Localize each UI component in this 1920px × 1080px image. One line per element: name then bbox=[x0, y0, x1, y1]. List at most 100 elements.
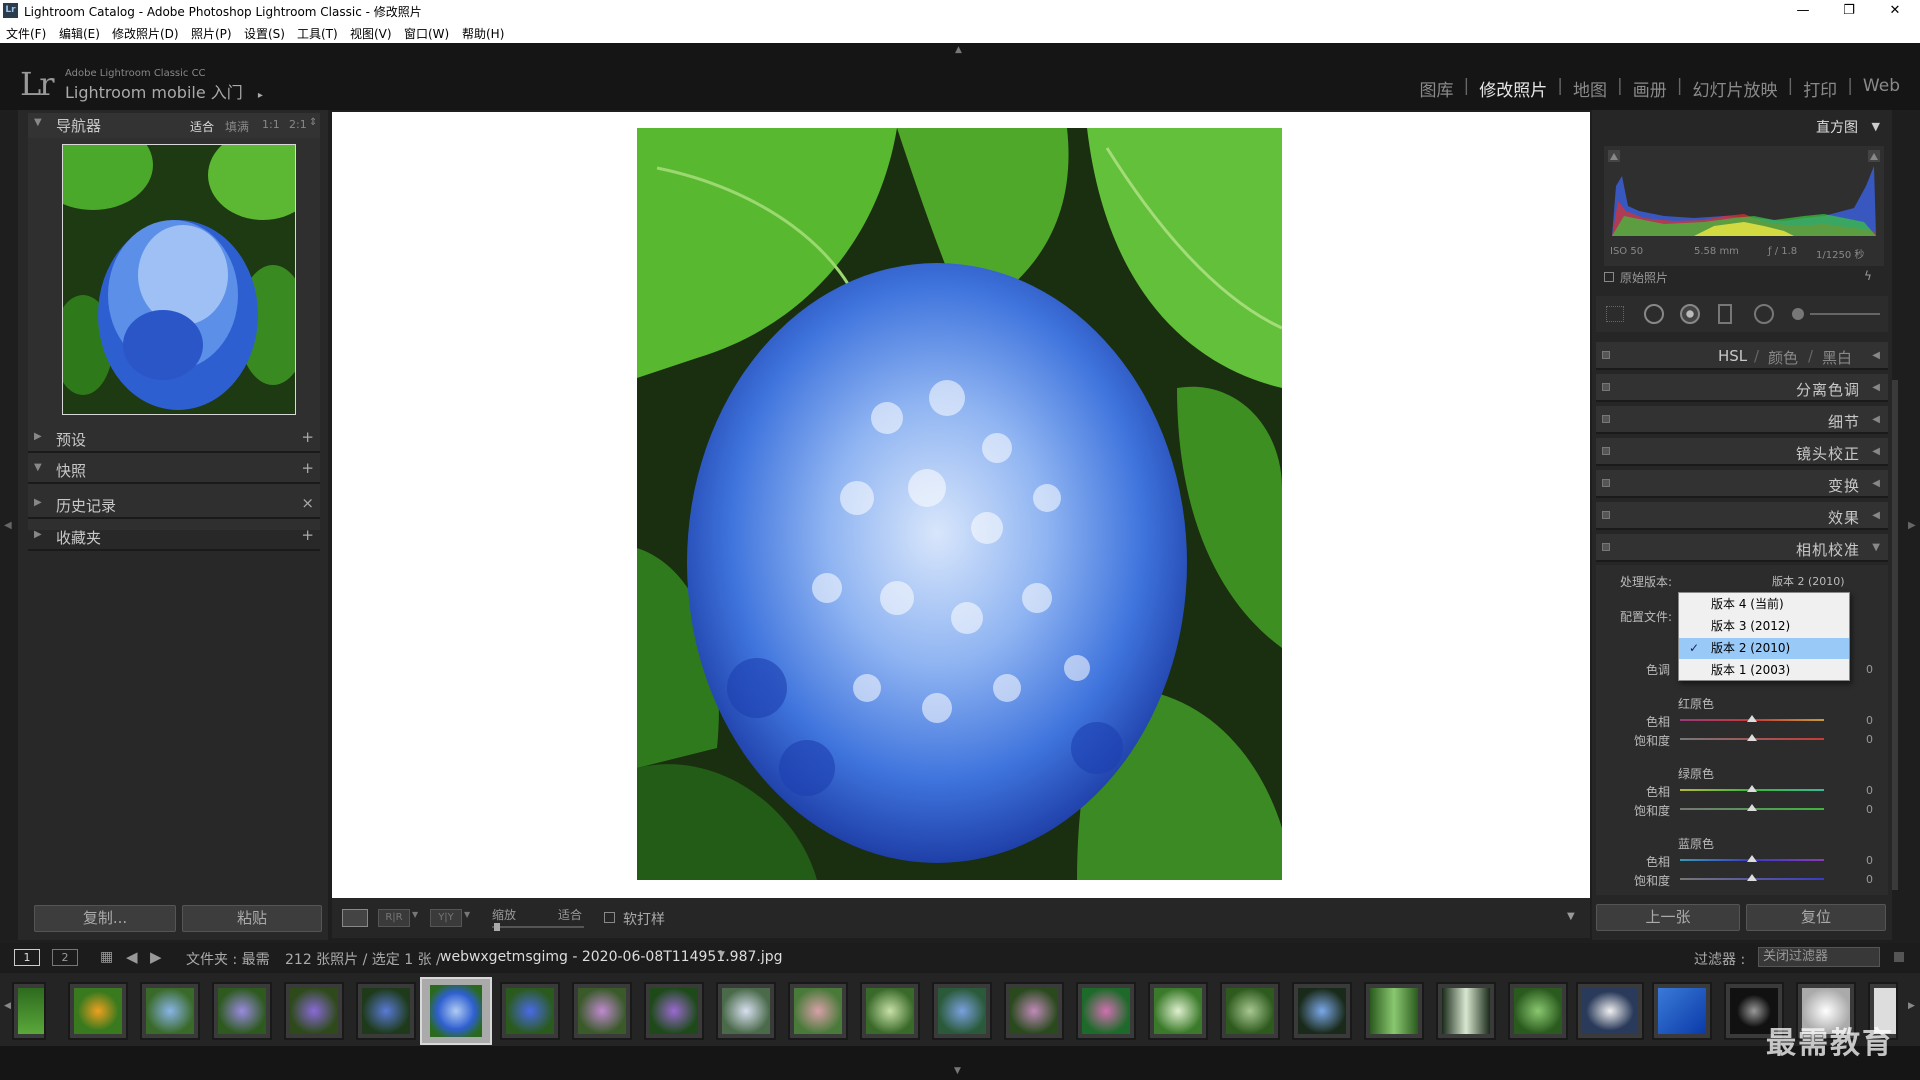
reset-button[interactable]: 复位 bbox=[1746, 904, 1886, 931]
filmstrip-thumb[interactable] bbox=[1508, 982, 1568, 1040]
copy-button[interactable]: 复制... bbox=[34, 905, 176, 932]
zoom-stepper-icon[interactable]: ⇕ bbox=[309, 117, 317, 128]
zoom-slider-knob[interactable] bbox=[494, 923, 500, 931]
before-after-yy-icon[interactable]: Y|Y bbox=[430, 909, 462, 927]
menu-develop[interactable]: 修改照片(D) bbox=[112, 25, 179, 42]
back-arrow-icon[interactable]: ◀ bbox=[126, 948, 138, 966]
filmstrip-thumb[interactable] bbox=[788, 982, 848, 1040]
filmstrip[interactable]: ◀ ▶ bbox=[0, 973, 1920, 1057]
filmstrip-thumb[interactable] bbox=[644, 982, 704, 1040]
module-print[interactable]: 打印 bbox=[1793, 76, 1847, 101]
before-after-icon[interactable]: R|R bbox=[378, 909, 410, 927]
previous-button[interactable]: 上一张 bbox=[1596, 904, 1740, 931]
adjustment-brush-icon[interactable] bbox=[1792, 308, 1804, 320]
filmstrip-thumb[interactable] bbox=[1652, 982, 1712, 1040]
filter-select[interactable]: 关闭过滤器 bbox=[1758, 947, 1880, 967]
panel-presets[interactable]: ▶ 预设 + bbox=[28, 425, 320, 453]
zoom-2-1[interactable]: 2:1 bbox=[289, 118, 307, 131]
zoom-1-1[interactable]: 1:1 bbox=[262, 118, 280, 131]
process-option[interactable]: 版本 3 (2012) bbox=[1679, 616, 1849, 637]
panel-effects[interactable]: 效果 ◀ bbox=[1596, 502, 1888, 530]
grid-view-icon[interactable]: ▦ bbox=[100, 949, 113, 965]
filmstrip-thumb[interactable] bbox=[572, 982, 632, 1040]
collapse-top-icon[interactable]: ▲ bbox=[955, 45, 962, 55]
panel-lens-corrections[interactable]: 镜头校正 ◀ bbox=[1596, 438, 1888, 466]
panel-switch-icon[interactable] bbox=[1602, 351, 1610, 359]
radial-filter-icon[interactable] bbox=[1754, 304, 1774, 324]
process-option[interactable]: 版本 1 (2003) bbox=[1679, 660, 1849, 681]
crop-tool-icon[interactable] bbox=[1606, 306, 1624, 322]
right-panel-scrollbar[interactable] bbox=[1892, 380, 1898, 890]
window-2-button[interactable]: 2 bbox=[52, 949, 78, 966]
softproof-checkbox[interactable] bbox=[604, 912, 615, 923]
filmstrip-thumb[interactable] bbox=[212, 982, 272, 1040]
filmstrip-thumb[interactable] bbox=[68, 982, 128, 1040]
zoom-fill[interactable]: 填满 bbox=[225, 118, 249, 135]
panel-collections[interactable]: ▶ 收藏夹 + bbox=[28, 523, 320, 551]
module-develop[interactable]: 修改照片 bbox=[1469, 76, 1557, 101]
filmstrip-thumb[interactable] bbox=[356, 982, 416, 1040]
panel-switch-icon[interactable] bbox=[1602, 383, 1610, 391]
green-hue-knob[interactable] bbox=[1747, 785, 1757, 792]
filter-lock-icon[interactable] bbox=[1894, 952, 1904, 962]
panel-hsl[interactable]: HSL / 颜色 / 黑白 ◀ bbox=[1596, 342, 1888, 370]
green-sat-knob[interactable] bbox=[1747, 804, 1757, 811]
panel-history[interactable]: ▶ 历史记录 × bbox=[28, 491, 320, 519]
module-book[interactable]: 画册 bbox=[1623, 76, 1677, 101]
mobile-getting-started[interactable]: Lightroom mobile 入门 ▸ bbox=[65, 79, 263, 103]
restore-icon[interactable]: ❐ bbox=[1826, 0, 1872, 22]
filmstrip-thumb[interactable] bbox=[932, 982, 992, 1040]
chevron-down-icon[interactable]: ▼ bbox=[718, 950, 725, 960]
module-web[interactable]: Web bbox=[1853, 76, 1910, 101]
module-map[interactable]: 地图 bbox=[1563, 76, 1617, 101]
clear-history-icon[interactable]: × bbox=[301, 494, 314, 512]
menu-tools[interactable]: 工具(T) bbox=[297, 25, 338, 42]
histogram[interactable]: ISO 50 5.58 mm ƒ / 1.8 1/1250 秒 bbox=[1604, 146, 1884, 266]
panel-switch-icon[interactable] bbox=[1602, 543, 1610, 551]
toolbar-menu-icon[interactable]: ▼ bbox=[1567, 911, 1575, 922]
hsl-tab[interactable]: HSL bbox=[1718, 347, 1747, 365]
red-sat-knob[interactable] bbox=[1747, 734, 1757, 741]
add-collection-icon[interactable]: + bbox=[301, 526, 314, 544]
add-snapshot-icon[interactable]: + bbox=[301, 459, 314, 477]
filmstrip-thumb[interactable] bbox=[860, 982, 920, 1040]
red-hue-knob[interactable] bbox=[1747, 715, 1757, 722]
menu-window[interactable]: 窗口(W) bbox=[404, 25, 449, 42]
panel-switch-icon[interactable] bbox=[1602, 511, 1610, 519]
brush-slider[interactable] bbox=[1810, 313, 1880, 315]
zoom-fit[interactable]: 适合 bbox=[190, 118, 214, 135]
menu-help[interactable]: 帮助(H) bbox=[462, 25, 504, 42]
add-preset-icon[interactable]: + bbox=[301, 428, 314, 446]
bw-tab[interactable]: 黑白 bbox=[1822, 347, 1852, 368]
filmstrip-thumb[interactable] bbox=[140, 982, 200, 1040]
scroll-right-icon[interactable]: ▶ bbox=[1908, 1001, 1915, 1011]
process-option[interactable]: 版本 4 (当前) bbox=[1679, 594, 1849, 615]
navigator-header[interactable]: ▼ 导航器 适合 填满 1:1 2:1 ⇕ bbox=[28, 113, 320, 138]
filmstrip-thumb[interactable] bbox=[1004, 982, 1064, 1040]
forward-arrow-icon[interactable]: ▶ bbox=[150, 948, 162, 966]
close-icon[interactable]: ✕ bbox=[1872, 0, 1918, 22]
right-panel-toggle-icon[interactable]: ▶ bbox=[1908, 520, 1916, 531]
original-photo-checkbox[interactable] bbox=[1604, 272, 1614, 282]
loupe-view-icon[interactable] bbox=[342, 909, 368, 927]
panel-switch-icon[interactable] bbox=[1602, 447, 1610, 455]
paste-button[interactable]: 粘贴 bbox=[182, 905, 322, 932]
filmstrip-thumb[interactable] bbox=[284, 982, 344, 1040]
panel-detail[interactable]: 细节 ◀ bbox=[1596, 406, 1888, 434]
menu-photo[interactable]: 照片(P) bbox=[191, 25, 232, 42]
spot-removal-icon[interactable] bbox=[1644, 304, 1664, 324]
filmstrip-thumb-selected[interactable] bbox=[420, 977, 492, 1045]
histogram-header[interactable]: 直方图 ▼ bbox=[1596, 114, 1886, 140]
filmstrip-thumb[interactable] bbox=[1292, 982, 1352, 1040]
menu-edit[interactable]: 编辑(E) bbox=[59, 25, 100, 42]
module-library[interactable]: 图库 bbox=[1410, 76, 1464, 101]
panel-snapshots[interactable]: ▼ 快照 + bbox=[28, 456, 320, 484]
red-eye-icon[interactable] bbox=[1680, 304, 1700, 324]
menu-file[interactable]: 文件(F) bbox=[6, 25, 46, 42]
filmstrip-thumb[interactable] bbox=[500, 982, 560, 1040]
process-version-value[interactable]: 版本 2 (2010) bbox=[1772, 573, 1845, 589]
main-photo[interactable] bbox=[637, 128, 1282, 880]
blue-hue-knob[interactable] bbox=[1747, 855, 1757, 862]
chevron-down-icon[interactable]: ▼ bbox=[412, 910, 418, 919]
filmstrip-thumb[interactable] bbox=[716, 982, 776, 1040]
